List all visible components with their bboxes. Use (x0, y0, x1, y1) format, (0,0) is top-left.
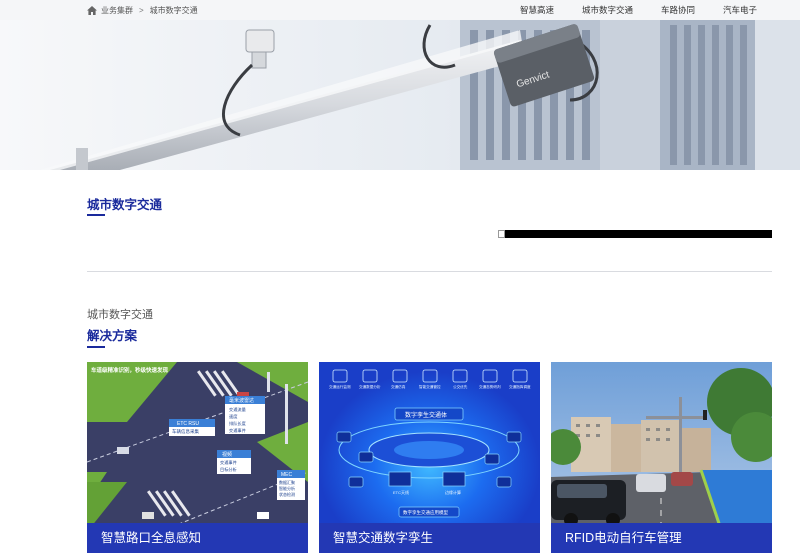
nav-item-urban-digital-traffic[interactable]: 城市数字交通 (582, 4, 633, 16)
video-item-1: 交通事件 (220, 459, 237, 466)
top-nav: 智慧高速 城市数字交通 车路协同 汽车电子 (520, 0, 800, 20)
mec-item-2: 智能分析 (279, 485, 295, 491)
breadcrumb-separator: > (139, 5, 144, 15)
breadcrumb-item-current: 城市数字交通 (149, 5, 198, 15)
twin-top-item-3: 交通仿真 (391, 384, 406, 389)
breadcrumb: 业务集群 > 城市数字交通 (87, 0, 198, 20)
solution-card-rfid-ebike[interactable]: RFID电动自行车管理 (551, 362, 772, 553)
twin-top-item-2: 交通数据分析 (359, 384, 381, 389)
intersection-banner-text: 车道级精准识别，秒级快速发现 (91, 366, 169, 374)
breadcrumb-item-cluster[interactable]: 业务集群 (101, 5, 133, 16)
etc-rsu-item: 车辆信息采集 (172, 428, 199, 435)
radar-title: 毫米波雷达 (229, 397, 254, 404)
card-label[interactable]: 智慧路口全息感知 (87, 523, 308, 553)
radar-item-4: 交通事件 (229, 427, 246, 434)
solution-card-digital-twin[interactable]: 交通运行监测 交通数据分析 交通仿真 智能交通管控 公交优先 交通态势研判 交通… (319, 362, 540, 553)
card-label[interactable]: 智慧交通数字孪生 (319, 523, 540, 553)
twin-top-item-1: 交通运行监测 (329, 384, 351, 389)
top-bar: 业务集群 > 城市数字交通 智慧高速 城市数字交通 车路协同 汽车电子 (0, 0, 800, 21)
solutions-title: 解决方案 (87, 329, 138, 343)
hero-banner: Genvict (0, 20, 800, 170)
solution-card-smart-intersection[interactable]: 车道级精准识别，秒级快速发现 ETC RSU 车辆信息采集 毫米波雷达 交通流量… (87, 362, 308, 553)
twin-mid-item-1: ETC天线 (393, 489, 409, 495)
mec-item-1: 数据汇聚 (279, 479, 295, 485)
home-icon[interactable] (87, 5, 97, 15)
solutions-subtitle: 城市数字交通 (87, 309, 153, 321)
twin-top-item-4: 智能交通管控 (419, 384, 441, 389)
broken-image-icon (498, 230, 505, 238)
nav-item-auto-electronics[interactable]: 汽车电子 (723, 4, 757, 16)
radar-item-3: 排队长度 (229, 420, 247, 427)
mec-title: MEC (281, 472, 293, 478)
twin-top-item-6: 交通态势研判 (479, 384, 501, 389)
hero-image: Genvict (0, 20, 800, 170)
solutions-title-underline (87, 346, 105, 348)
twin-top-item-7: 交通指挥调度 (509, 384, 531, 389)
mec-item-3: 状态检测 (279, 491, 295, 497)
radar-item-2: 速度 (229, 413, 238, 420)
twin-mid-item-2: 边缘计算 (445, 489, 461, 495)
etc-rsu-title: ETC RSU (177, 421, 199, 427)
nav-item-smart-highway[interactable]: 智慧高速 (520, 4, 554, 16)
section-title: 城市数字交通 (87, 198, 163, 212)
section-divider (87, 271, 772, 272)
twin-center-label: 数字孪生交通体 (405, 411, 447, 419)
card-label[interactable]: RFID电动自行车管理 (551, 523, 772, 553)
twin-bottom-label: 数字孪生交通应用模型 (403, 509, 448, 516)
broken-image-bar (498, 230, 772, 238)
twin-top-item-5: 公交优先 (453, 384, 468, 389)
section-title-underline (87, 214, 105, 216)
video-title: 视频 (222, 451, 232, 458)
video-item-2: 目标分析 (220, 466, 237, 473)
radar-item-1: 交通流量 (229, 406, 246, 413)
nav-item-vehicle-road-coordination[interactable]: 车路协同 (661, 4, 695, 16)
